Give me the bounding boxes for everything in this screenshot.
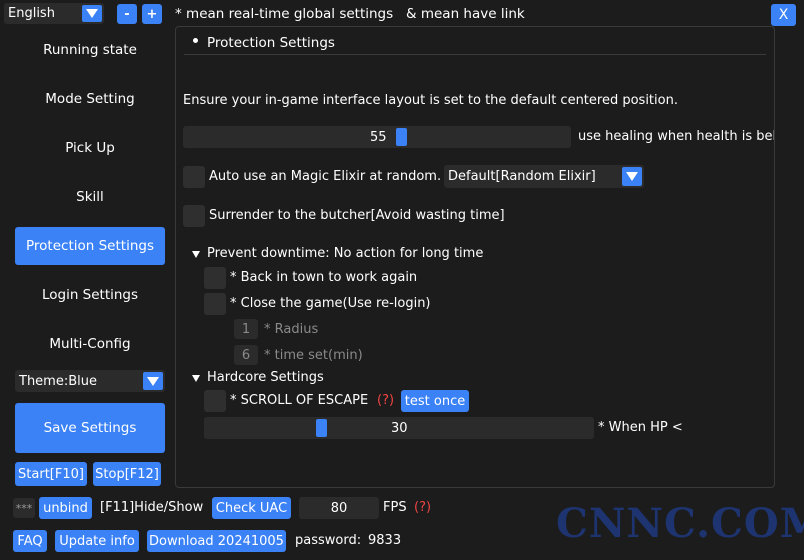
watermark: CNNC.COM [556,500,804,547]
back-in-town-checkbox[interactable] [204,267,226,289]
magic-elixir-checkbox[interactable] [183,166,205,188]
language-value: English [8,6,55,21]
password-label: password: [295,533,362,548]
hp-threshold-slider[interactable]: 30 [204,417,594,439]
hide-show-hotkey: [F11]Hide/Show [100,500,204,515]
hardcore-group-title: Hardcore Settings [207,370,324,385]
language-select[interactable]: English [4,3,104,24]
help-icon[interactable]: (?) [377,393,394,408]
elixir-select-value: Default[Random Elixir] [448,169,596,184]
close-game-checkbox[interactable] [204,293,226,315]
expand-triangle-icon[interactable] [192,375,200,382]
layout-instruction: Ensure your in-game interface layout is … [183,93,678,108]
save-settings-button[interactable]: Save Settings [15,403,165,453]
healing-threshold-slider[interactable]: 55 [183,126,571,148]
hp-threshold-value: 30 [391,420,408,436]
healing-threshold-label: use healing when health is belo [578,129,775,144]
test-once-button[interactable]: test once [401,390,469,412]
sidebar-item-pick-up[interactable]: Pick Up [15,129,165,167]
downtime-group-title: Prevent downtime: No action for long tim… [207,246,484,261]
surrender-label: Surrender to the butcher[Avoid wasting t… [209,208,505,223]
panel-divider [184,54,766,55]
sidebar-item-running-state[interactable]: Running state [15,31,165,69]
unbind-button[interactable]: unbind [39,497,92,519]
scroll-of-escape-label: * SCROLL OF ESCAPE [230,393,369,408]
sidebar-item-multi-config[interactable]: Multi-Config [15,325,165,363]
radius-input[interactable]: 1 [234,319,258,339]
faq-button[interactable]: FAQ [13,530,47,552]
time-set-label: * time set(min) [264,348,363,363]
fps-label: FPS [383,500,407,515]
bullet-icon [193,38,198,43]
radius-label: * Radius [264,322,319,337]
theme-select[interactable]: Theme:Blue [15,370,165,392]
sidebar-item-protection-settings[interactable]: Protection Settings [15,227,165,265]
password-value: 9833 [368,533,402,548]
theme-value: Theme:Blue [19,373,97,389]
check-uac-button[interactable]: Check UAC [212,497,291,519]
slider-handle[interactable] [396,128,407,146]
scroll-of-escape-checkbox[interactable] [204,390,226,412]
chevron-down-icon [622,167,642,186]
increase-button[interactable]: + [142,4,162,24]
surrender-checkbox[interactable] [183,205,205,227]
download-button[interactable]: Download 20241005 [147,530,286,552]
sidebar-item-skill[interactable]: Skill [15,178,165,216]
back-in-town-label: * Back in town to work again [230,270,418,285]
panel-title: Protection Settings [207,35,335,51]
close-game-label: * Close the game(Use re-login) [230,296,431,311]
expand-triangle-icon[interactable] [192,251,200,258]
protection-settings-panel: Protection Settings Ensure your in-game … [175,26,775,488]
time-set-input[interactable]: 6 [234,345,258,365]
global-settings-notice: * mean real-time global settings & mean … [175,6,525,22]
elixir-select[interactable]: Default[Random Elixir] [444,165,644,188]
fps-help-icon[interactable]: (?) [414,500,431,515]
start-button[interactable]: Start[F10] [15,462,87,486]
stop-button[interactable]: Stop[F12] [93,462,161,486]
hp-threshold-label: * When HP < [598,420,683,435]
fps-input[interactable]: 80 [299,497,379,519]
decrease-button[interactable]: - [117,4,137,24]
close-button[interactable]: X [771,4,796,26]
update-info-button[interactable]: Update info [55,530,139,552]
magic-elixir-label: Auto use an Magic Elixir at random. [209,169,442,184]
chevron-down-icon [82,5,102,22]
sidebar-item-mode-setting[interactable]: Mode Setting [15,80,165,118]
chevron-down-icon [143,372,163,390]
healing-threshold-value: 55 [370,129,387,145]
sidebar-item-login-settings[interactable]: Login Settings [15,276,165,314]
masked-key-box: *** [13,498,35,518]
slider-handle[interactable] [316,419,327,437]
